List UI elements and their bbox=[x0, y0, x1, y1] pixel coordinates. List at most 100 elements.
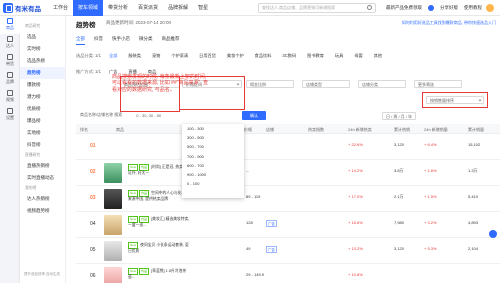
nav-item-0[interactable]: 按车领域 bbox=[73, 0, 104, 16]
nav-item-1[interactable]: 带货分析 bbox=[103, 0, 133, 16]
bell-icon[interactable] bbox=[428, 5, 434, 11]
gear-icon bbox=[7, 108, 13, 114]
global-search-input[interactable]: 查找达人,商品店铺、品牌营销可新增搜索 bbox=[258, 3, 376, 13]
category-pill[interactable]: 美妆个护 bbox=[224, 52, 247, 60]
category-pill[interactable]: 食品饮料 bbox=[252, 52, 275, 60]
sidebar-item-6[interactable]: 优质榜 bbox=[20, 103, 65, 115]
rail-item-product[interactable]: 商品 bbox=[0, 16, 20, 34]
rail-item-video[interactable]: 视频 bbox=[0, 88, 20, 106]
avatar[interactable] bbox=[486, 4, 494, 12]
table-row[interactable]: 05 New 夜间宝贝 小长条运动套装, 夏日优质 49 广告 + 13.2% … bbox=[76, 238, 500, 264]
product-title[interactable]: New 内品 [美妆汇] 精选美妆特卖, 一盒一送... bbox=[128, 216, 190, 228]
product-title[interactable]: New 内品 空间中的人心与化石-来源中国, 提供热卖品牌 bbox=[128, 190, 190, 202]
table-row[interactable]: 02 New 内品 [时尚] 正是冠, 热卖保证外, 好太一 -- + 14.2%… bbox=[76, 160, 500, 186]
sidebar-item-8[interactable]: 实地榜 bbox=[20, 127, 65, 139]
rail-item-brand[interactable]: 品牌 bbox=[0, 70, 20, 88]
product-title[interactable]: New 内品 [时尚] 正是冠, 热卖保证外, 好太一 bbox=[128, 164, 190, 176]
category-pill[interactable]: 个护家清 bbox=[168, 52, 191, 60]
share-link[interactable]: 分享好版 bbox=[440, 5, 458, 11]
sidebar-item-mine-0[interactable]: 达人热销榜 bbox=[20, 193, 65, 205]
sort-select[interactable]: 按销售量排序 bbox=[426, 96, 484, 104]
row-24h-hot: + 22.6% bbox=[348, 142, 363, 147]
product-thumbnail[interactable] bbox=[104, 215, 122, 235]
row-rank: 06 bbox=[90, 273, 96, 279]
sidebar-item-trend[interactable]: 趋势榜 bbox=[20, 67, 65, 79]
category-pill[interactable]: 其他 bbox=[371, 52, 385, 60]
confirm-button[interactable]: 确认 bbox=[242, 111, 266, 120]
tab-douyin[interactable]: 抖音 bbox=[94, 36, 103, 45]
tab-kuaishou[interactable]: 快手小店 bbox=[112, 36, 130, 45]
col-total-hot[interactable]: 累计热销 bbox=[394, 127, 410, 133]
sidebar-item-4[interactable]: 爆款榜 bbox=[20, 79, 65, 91]
help-link[interactable]: 如何利用好选品工具找到爆款商品, 带你快速选品入门 bbox=[402, 20, 496, 26]
commission-select[interactable]: 佣金比例 bbox=[246, 80, 294, 88]
category-pill[interactable]: 服装类 bbox=[125, 52, 144, 60]
more-filter-select[interactable]: 更多筛选 bbox=[414, 80, 462, 88]
sidebar-item-7[interactable]: 爆品榜 bbox=[20, 115, 65, 127]
row-price: 89 - 119 bbox=[246, 194, 261, 199]
rail-item-settings[interactable]: 设置 bbox=[0, 106, 20, 124]
shop-type-select[interactable]: 店铺类型 bbox=[302, 80, 350, 88]
table-row[interactable]: 06 New 内品 [乖蓝熊] 1.5升冷泡茶壶... 29 - 145.9 + … bbox=[76, 264, 500, 283]
chat-icon[interactable] bbox=[489, 230, 497, 238]
product-thumbnail[interactable] bbox=[104, 189, 122, 209]
product-thumbnail[interactable] bbox=[104, 163, 122, 183]
sidebar-item-0[interactable]: 选品 bbox=[20, 31, 65, 43]
table-row[interactable]: 03 New 内品 空间中的人心与化石-来源中国, 提供热卖品牌 89 - 119… bbox=[76, 186, 500, 212]
dropdown-option[interactable]: 300 - 500 bbox=[182, 133, 244, 142]
period-select[interactable]: 日 / 周 / 月 / 年 bbox=[382, 112, 416, 120]
category-pill[interactable]: 3C数码 bbox=[279, 52, 299, 60]
sidebar-item-2[interactable]: 选品热榜 bbox=[20, 55, 65, 67]
category-pill[interactable]: 宠物 bbox=[149, 52, 163, 60]
nav-item-2[interactable]: 百货派货 bbox=[133, 0, 163, 16]
category-pill[interactable]: 全部 bbox=[106, 52, 120, 60]
tab-category[interactable]: 微分类 bbox=[139, 36, 153, 45]
nav-workbench[interactable]: 工作台 bbox=[48, 0, 73, 16]
row-24h-sales: + 3.2% bbox=[424, 220, 437, 225]
tab-all[interactable]: 全部 bbox=[76, 36, 85, 45]
product-thumbnail[interactable] bbox=[104, 241, 122, 261]
product-title[interactable]: New 内品 [乖蓝熊] 1.5升冷泡茶壶... bbox=[128, 268, 190, 280]
col-24h-sales[interactable]: 24h 新增销量 bbox=[424, 127, 448, 133]
dropdown-option[interactable]: 100 - 300 bbox=[182, 124, 244, 133]
nav-item-4[interactable]: 智星 bbox=[193, 0, 213, 16]
dropdown-option[interactable]: 900 - 1000 bbox=[182, 170, 244, 179]
dropdown-option[interactable]: 500 - 700 bbox=[182, 142, 244, 151]
category-pill[interactable]: 玩具 bbox=[332, 52, 346, 60]
price-range-dropdown: 100 - 300 300 - 500 500 - 700 700 - 900 … bbox=[182, 124, 244, 198]
sales-icon bbox=[7, 54, 13, 60]
category-pill[interactable]: 日用百货 bbox=[196, 52, 219, 60]
table-header: 排名 商品 商品价格 店铺 热卖指数 24h 新增热卖 累计热销 24h 新增销… bbox=[76, 124, 500, 134]
table-row[interactable]: 01 + 22.6% 3,120 + 6.4% 15,102 bbox=[76, 134, 500, 160]
table-row[interactable]: 04 New 内品 [美妆汇] 精选美妆特卖, 一盒一送... 128 广告 + … bbox=[76, 212, 500, 238]
sidebar-item-mine-1[interactable]: 视频趋势榜 bbox=[20, 205, 65, 217]
nav-item-3[interactable]: 品牌拆解 bbox=[163, 0, 193, 16]
brand-logo[interactable]: 有米有品 bbox=[3, 3, 41, 13]
category-pill[interactable]: 图书教育 bbox=[304, 52, 327, 60]
sidebar-item-9[interactable]: 抖音榜 bbox=[20, 139, 65, 151]
tab-recommend[interactable]: 商品推荐 bbox=[162, 36, 180, 45]
promo-link[interactable]: 最新产品免费领取 bbox=[386, 5, 422, 11]
rail-item-talent[interactable]: 达人 bbox=[0, 34, 20, 52]
search-icon[interactable] bbox=[364, 4, 374, 12]
sidebar-item-1[interactable]: 实时榜 bbox=[20, 43, 65, 55]
col-hot-index[interactable]: 热卖指数 bbox=[308, 127, 324, 133]
shop-category-select[interactable]: 店铺分类 bbox=[358, 80, 406, 88]
col-total-sales[interactable]: 累计销量 bbox=[468, 127, 484, 133]
sidebar-item-live-0[interactable]: 直播热销榜 bbox=[20, 160, 65, 172]
name-search-field[interactable]: 商品名称/店铺名称 搜索 bbox=[80, 112, 122, 118]
col-24h-hot[interactable]: 24h 新增热卖 bbox=[348, 127, 372, 133]
product-thumbnail[interactable] bbox=[104, 267, 122, 283]
dropdown-option[interactable]: 600 - 700 bbox=[182, 161, 244, 170]
dropdown-option[interactable]: 700 - 900 bbox=[182, 152, 244, 161]
row-total-sales: 2,104 bbox=[468, 246, 479, 251]
sidebar-item-5[interactable]: 潜力榜 bbox=[20, 91, 65, 103]
category-pill[interactable]: 母婴 bbox=[351, 52, 365, 60]
sidebar-item-live-1[interactable]: 实时直播动态 bbox=[20, 172, 65, 184]
tutorial-link[interactable]: 使用教程 bbox=[464, 5, 482, 11]
product-title[interactable]: New 夜间宝贝 小长条运动套装, 夏日优质 bbox=[128, 242, 190, 254]
dropdown-option[interactable]: 0 - 100 bbox=[182, 179, 244, 188]
rail-item-sales[interactable]: 带货 bbox=[0, 52, 20, 70]
row-total-sales: 1.3万 bbox=[468, 168, 478, 173]
sidebar-group-title: 直播研究 bbox=[25, 153, 41, 157]
